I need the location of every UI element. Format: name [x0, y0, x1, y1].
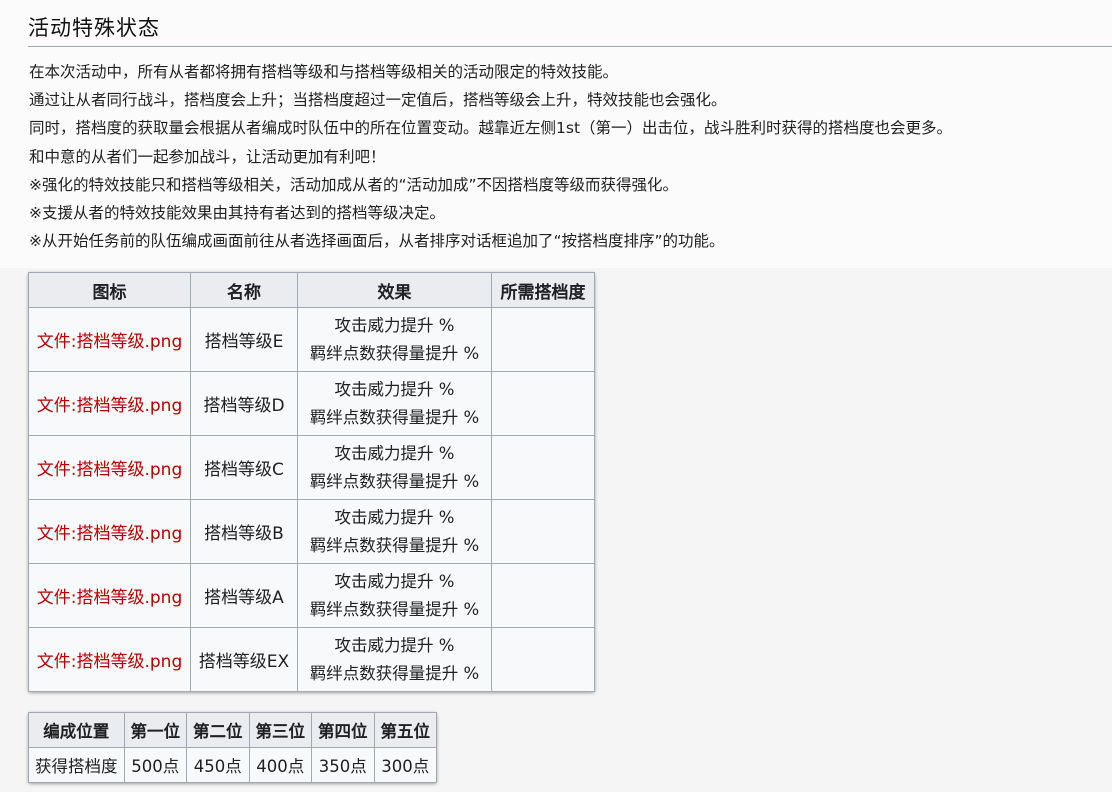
header-required: 所需搭档度 [491, 272, 595, 308]
position-table: 编成位置 第一位 第二位 第三位 第四位 第五位 获得搭档度 500点 450点… [28, 712, 437, 783]
header-slot-3: 第三位 [248, 712, 312, 748]
effect-bond: 羁绊点数获得量提升 % [309, 535, 480, 555]
effect-attack: 攻击威力提升 % [334, 315, 455, 335]
icon-file-link[interactable]: 文件:搭档等级.png [28, 435, 191, 500]
required-points [491, 307, 595, 372]
icon-file-link[interactable]: 文件:搭档等级.png [28, 371, 191, 436]
section-heading: 活动特殊状态 [28, 16, 160, 40]
required-points [491, 627, 595, 692]
icon-file-link[interactable]: 文件:搭档等级.png [28, 307, 191, 372]
required-points [491, 371, 595, 436]
effect-attack: 攻击威力提升 % [334, 379, 455, 399]
table-row: 文件:搭档等级.png 搭档等级C 攻击威力提升 % 羁绊点数获得量提升 % [28, 435, 595, 500]
effect-bond: 羁绊点数获得量提升 % [309, 343, 480, 363]
description-line: 通过让从者同行战斗，搭档度会上升；当搭档度超过一定值后，搭档等级会上升，特效技能… [29, 91, 727, 110]
level-effect: 攻击威力提升 % 羁绊点数获得量提升 % [297, 499, 492, 564]
effect-attack: 攻击威力提升 % [334, 507, 455, 527]
description-line: 同时，搭档度的获取量会根据从者编成时队伍中的所在位置变动。越靠近左侧1st（第一… [29, 119, 953, 138]
table-row: 文件:搭档等级.png 搭档等级D 攻击威力提升 % 羁绊点数获得量提升 % [28, 371, 595, 436]
level-name: 搭档等级EX [190, 627, 298, 692]
effect-attack: 攻击威力提升 % [334, 443, 455, 463]
slot-value: 450点 [186, 747, 250, 783]
position-header-row: 编成位置 第一位 第二位 第三位 第四位 第五位 [28, 712, 437, 748]
effect-attack: 攻击威力提升 % [334, 571, 455, 591]
header-slot-4: 第四位 [311, 712, 375, 748]
header-position: 编成位置 [28, 712, 125, 748]
effect-bond: 羁绊点数获得量提升 % [309, 407, 480, 427]
table-row: 文件:搭档等级.png 搭档等级EX 攻击威力提升 % 羁绊点数获得量提升 % [28, 627, 595, 692]
slot-value: 500点 [123, 747, 187, 783]
note-line: ※支援从者的特效技能效果由其持有者达到的搭档等级决定。 [29, 204, 445, 223]
header-slot-5: 第五位 [373, 712, 437, 748]
row-label: 获得搭档度 [28, 747, 125, 783]
slot-value: 400点 [248, 747, 312, 783]
level-name: 搭档等级A [190, 563, 298, 628]
slot-value: 300点 [373, 747, 437, 783]
header-effect: 效果 [297, 272, 492, 308]
position-value-row: 获得搭档度 500点 450点 400点 350点 300点 [28, 747, 437, 783]
table-row: 文件:搭档等级.png 搭档等级E 攻击威力提升 % 羁绊点数获得量提升 % [28, 307, 595, 372]
header-name: 名称 [190, 272, 298, 308]
level-effect: 攻击威力提升 % 羁绊点数获得量提升 % [297, 371, 492, 436]
heading-divider [28, 46, 1112, 47]
effect-bond: 羁绊点数获得量提升 % [309, 471, 480, 491]
effect-bond: 羁绊点数获得量提升 % [309, 599, 480, 619]
effect-attack: 攻击威力提升 % [334, 635, 455, 655]
level-effect: 攻击威力提升 % 羁绊点数获得量提升 % [297, 563, 492, 628]
header-slot-1: 第一位 [123, 712, 187, 748]
level-name: 搭档等级D [190, 371, 298, 436]
icon-file-link[interactable]: 文件:搭档等级.png [28, 499, 191, 564]
required-points [491, 435, 595, 500]
level-name: 搭档等级E [190, 307, 298, 372]
description-block: 在本次活动中，所有从者都将拥有搭档等级和与搭档等级相关的活动限定的特效技能。 通… [29, 58, 1104, 255]
note-line: ※从开始任务前的队伍编成画面前往从者选择画面后，从者排序对话框追加了“按搭档度排… [29, 232, 725, 251]
level-name: 搭档等级C [190, 435, 298, 500]
level-effect: 攻击威力提升 % 羁绊点数获得量提升 % [297, 307, 492, 372]
table-header-row: 图标 名称 效果 所需搭档度 [28, 272, 595, 308]
icon-file-link[interactable]: 文件:搭档等级.png [28, 563, 191, 628]
required-points [491, 499, 595, 564]
note-line: ※强化的特效技能只和搭档等级相关，活动加成从者的“活动加成”不因搭档度等级而获得… [29, 175, 679, 194]
level-effect: 攻击威力提升 % 羁绊点数获得量提升 % [297, 627, 492, 692]
level-name: 搭档等级B [190, 499, 298, 564]
header-icon: 图标 [28, 272, 191, 308]
table-row: 文件:搭档等级.png 搭档等级B 攻击威力提升 % 羁绊点数获得量提升 % [28, 499, 595, 564]
effect-bond: 羁绊点数获得量提升 % [309, 663, 480, 683]
description-line: 在本次活动中，所有从者都将拥有搭档等级和与搭档等级相关的活动限定的特效技能。 [29, 63, 619, 81]
table-row: 文件:搭档等级.png 搭档等级A 攻击威力提升 % 羁绊点数获得量提升 % [28, 563, 595, 628]
slot-value: 350点 [311, 747, 375, 783]
header-slot-2: 第二位 [186, 712, 250, 748]
icon-file-link[interactable]: 文件:搭档等级.png [28, 627, 191, 692]
partner-level-table: 图标 名称 效果 所需搭档度 文件:搭档等级.png 搭档等级E 攻击威力提升 % 羁… [28, 272, 595, 692]
level-effect: 攻击威力提升 % 羁绊点数获得量提升 % [297, 435, 492, 500]
required-points [491, 563, 595, 628]
description-line: 和中意的从者们一起参加战斗，让活动更加有利吧！ [29, 147, 386, 166]
